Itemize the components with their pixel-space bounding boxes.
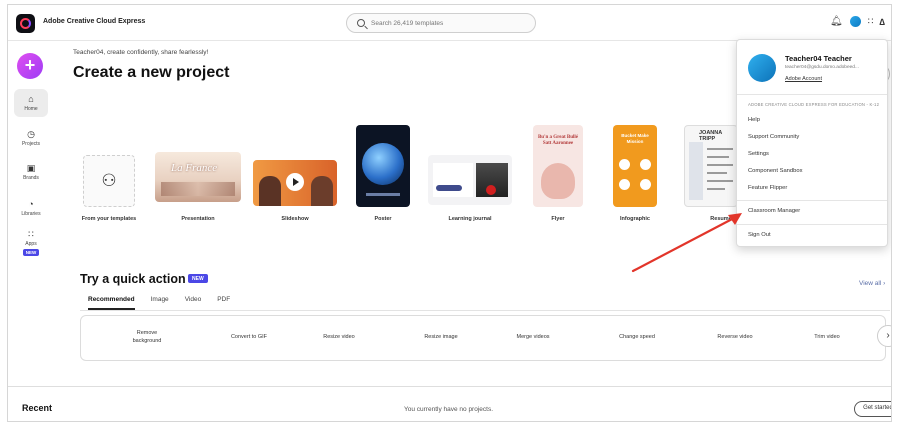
app-grid-icon[interactable]: ∷ [868,16,874,27]
sidebar-item-label: Apps [25,241,37,247]
sidebar-item-projects[interactable]: ◷ Projects [14,129,48,147]
quick-action-remove-background[interactable]: Remove background [127,329,167,345]
tab-recommended[interactable]: Recommended [88,296,135,310]
sidebar: + ⌂ Home ◷ Projects ▣ Brands ◔ Libraries… [8,41,56,386]
quick-action-convert-to-gif[interactable]: Convert to GIF [231,333,267,341]
sidebar-item-brands[interactable]: ▣ Brands [14,163,48,181]
greeting-text: Teacher04, create confidently, share fea… [73,49,209,56]
thumb-title: Bucket Make Mission [621,133,649,144]
adobe-express-logo[interactable] [16,14,35,33]
template-thumb: JOANNA TRIPP [684,125,738,207]
account-menu: Teacher04 Teacher teacher04@gsdu.domo.ad… [736,39,888,247]
template-thumb [253,160,337,206]
projects-icon: ◷ [27,129,35,139]
quick-action-list: Remove background Convert to GIF Resize … [80,315,886,361]
sidebar-item-apps[interactable]: ∷ Apps NEW [14,229,48,256]
tab-image[interactable]: Image [151,296,169,310]
menu-item-sign-out[interactable]: Sign Out [748,232,771,238]
libraries-icon: ◔ [28,199,34,209]
template-label: Flyer [551,216,565,222]
top-icons: 🔔︎ ∷ ∆ [830,16,885,27]
app-window: Adobe Creative Cloud Express 🔔︎ ∷ ∆ + ⌂ … [7,4,892,422]
chevron-right-icon[interactable]: › [877,325,891,347]
quick-action-tabs: Recommended Image Video PDF [88,296,230,310]
menu-item-settings[interactable]: Settings [748,151,769,157]
avatar[interactable] [849,16,861,27]
adobe-account-link[interactable]: Adobe Account [785,76,822,82]
thumb-title: JOANNA TRIPP [699,130,723,142]
app-brand: Adobe Creative Cloud Express [43,18,146,25]
template-thumb: La France [155,152,241,202]
template-thumb [356,125,410,207]
menu-item-support-community[interactable]: Support Community [748,134,799,140]
menu-divider [737,224,887,225]
template-thumb: ⚇ [83,155,135,207]
sidebar-item-label: Brands [23,175,39,181]
new-badge: NEW [22,249,40,256]
menu-divider [737,94,887,95]
template-label: Resume [710,216,732,222]
thumb-title: La France [171,162,218,174]
template-label: Presentation [181,216,215,222]
template-thumb: Bu'n a Great Bullé Satt Aaronnee [533,125,583,207]
apps-icon: ∷ [28,229,34,239]
new-badge: NEW [188,274,208,283]
quick-action-trim-video[interactable]: Trim video [814,333,839,341]
quick-action-resize-image[interactable]: Resize image [424,333,457,341]
view-all-link[interactable]: View all › [859,280,885,287]
user-email: teacher04@gsdu.domo.adobeed... [785,65,859,70]
page-title: Create a new project [73,64,230,81]
template-label: From your templates [81,216,137,222]
template-label: Infographic [620,216,650,222]
template-swirl-icon: ⚇ [101,171,117,190]
brands-icon: ▣ [26,163,36,173]
template-thumb [428,155,512,205]
template-thumb: Bucket Make Mission [613,125,657,207]
create-button[interactable]: + [17,53,43,79]
play-icon [286,173,304,191]
sidebar-item-label: Home [24,106,38,112]
thumb-title: Bu'n a Great Bullé Satt Aaronnee [537,135,579,146]
quick-action-resize-video[interactable]: Resize video [323,333,355,341]
quick-action-change-speed[interactable]: Change speed [619,333,655,341]
menu-item-feature-flipper[interactable]: Feature Flipper [748,185,787,191]
home-icon: ⌂ [28,94,34,104]
sidebar-item-label: Libraries [21,211,41,217]
section-divider [8,386,891,387]
menu-item-component-sandbox[interactable]: Component Sandbox [748,168,802,174]
quick-action-merge-videos[interactable]: Merge videos [516,333,549,341]
tab-video[interactable]: Video [185,296,202,310]
tab-pdf[interactable]: PDF [217,296,230,310]
search-icon [357,19,365,27]
menu-divider [737,200,887,201]
empty-projects-text: You currently have no projects. [404,406,494,413]
template-label: Poster [374,216,392,222]
template-label: Learning journal [448,216,492,222]
recent-title: Recent [22,403,53,413]
tabs-divider [80,310,890,311]
template-label: Slideshow [281,216,309,222]
search-box[interactable] [346,13,536,33]
avatar [748,54,776,82]
org-name: ADOBE CREATIVE CLOUD EXPRESS FOR EDUCATI… [748,102,880,107]
adobe-icon[interactable]: ∆ [879,17,885,27]
menu-item-classroom-manager[interactable]: Classroom Manager [748,208,800,214]
sidebar-item-libraries[interactable]: ◔ Libraries [14,199,48,217]
sidebar-item-home[interactable]: ⌂ Home [14,89,48,117]
get-started-button[interactable]: Get started [854,401,891,417]
top-bar: Adobe Creative Cloud Express 🔔︎ ∷ ∆ [8,5,891,41]
sidebar-item-label: Projects [21,141,41,147]
bell-icon[interactable]: 🔔︎ [830,16,843,27]
menu-item-help[interactable]: Help [748,117,760,123]
user-name: Teacher04 Teacher [785,54,852,63]
search-input[interactable] [371,19,521,27]
quick-action-title: Try a quick action [80,272,186,286]
quick-action-reverse-video[interactable]: Reverse video [717,333,752,341]
